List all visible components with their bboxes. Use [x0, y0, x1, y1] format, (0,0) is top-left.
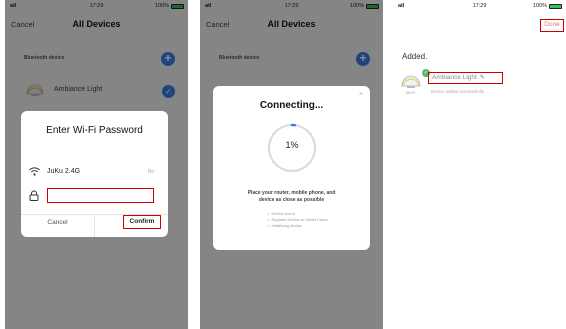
dialog-title: Enter Wi-Fi Password: [46, 125, 143, 136]
connection-steps: Device found Register Device to Smart Cl…: [267, 211, 328, 229]
lamp-icon: [401, 75, 421, 88]
connecting-dialog: × Connecting... 1% Place your router, mo…: [213, 86, 370, 250]
progress-ring: 1%: [265, 121, 319, 175]
change-network-link[interactable]: Re: [148, 169, 154, 175]
device-name: Ambiance Light: [432, 74, 477, 81]
phone-screen-connecting: atl 17:29 100% Cancel All Devices Blueto…: [200, 0, 383, 329]
hint-line: Place your router, mobile phone, and: [247, 190, 336, 196]
password-input[interactable]: [47, 188, 154, 203]
close-icon[interactable]: ×: [359, 91, 363, 98]
button-divider: [94, 214, 95, 237]
hint-line: device as close as possible: [258, 197, 325, 203]
connecting-title: Connecting...: [259, 100, 324, 111]
device-name-edit[interactable]: Ambiance Light ✎: [428, 72, 503, 84]
step-item: Initializing device: [267, 223, 328, 229]
password-row: [29, 188, 160, 204]
wifi-network-row: JuKu 2.4G Re: [29, 166, 160, 180]
dialog-cancel-button[interactable]: Cancel: [21, 219, 94, 226]
battery-percent: 100%: [532, 3, 547, 9]
wifi-ssid: JuKu 2.4G: [47, 168, 81, 175]
battery-icon: [549, 3, 562, 9]
confirm-button[interactable]: Confirm: [123, 215, 161, 229]
phone-screen-added: atl 17:29 100% Done Added. ✓ Wi-Fi Ambia…: [393, 0, 566, 329]
wifi-password-dialog: Enter Wi-Fi Password JuKu 2.4G Re Cancel…: [21, 111, 168, 237]
placement-hint: Place your router, mobile phone, and dev…: [223, 190, 360, 204]
phone-screen-wifi-password: atl 17:29 100% Cancel All Devices Blueto…: [5, 0, 188, 329]
lock-icon: [29, 190, 39, 201]
wifi-icon: [29, 167, 40, 176]
wifi-tag: Wi-Fi: [406, 90, 416, 95]
pencil-icon[interactable]: ✎: [480, 75, 485, 81]
progress-percent: 1%: [285, 140, 299, 150]
status-bar: atl 17:29 100%: [393, 3, 566, 13]
added-status-text: Device added successfully: [431, 89, 485, 94]
done-button[interactable]: Done: [540, 19, 564, 32]
added-heading: Added.: [402, 52, 428, 61]
